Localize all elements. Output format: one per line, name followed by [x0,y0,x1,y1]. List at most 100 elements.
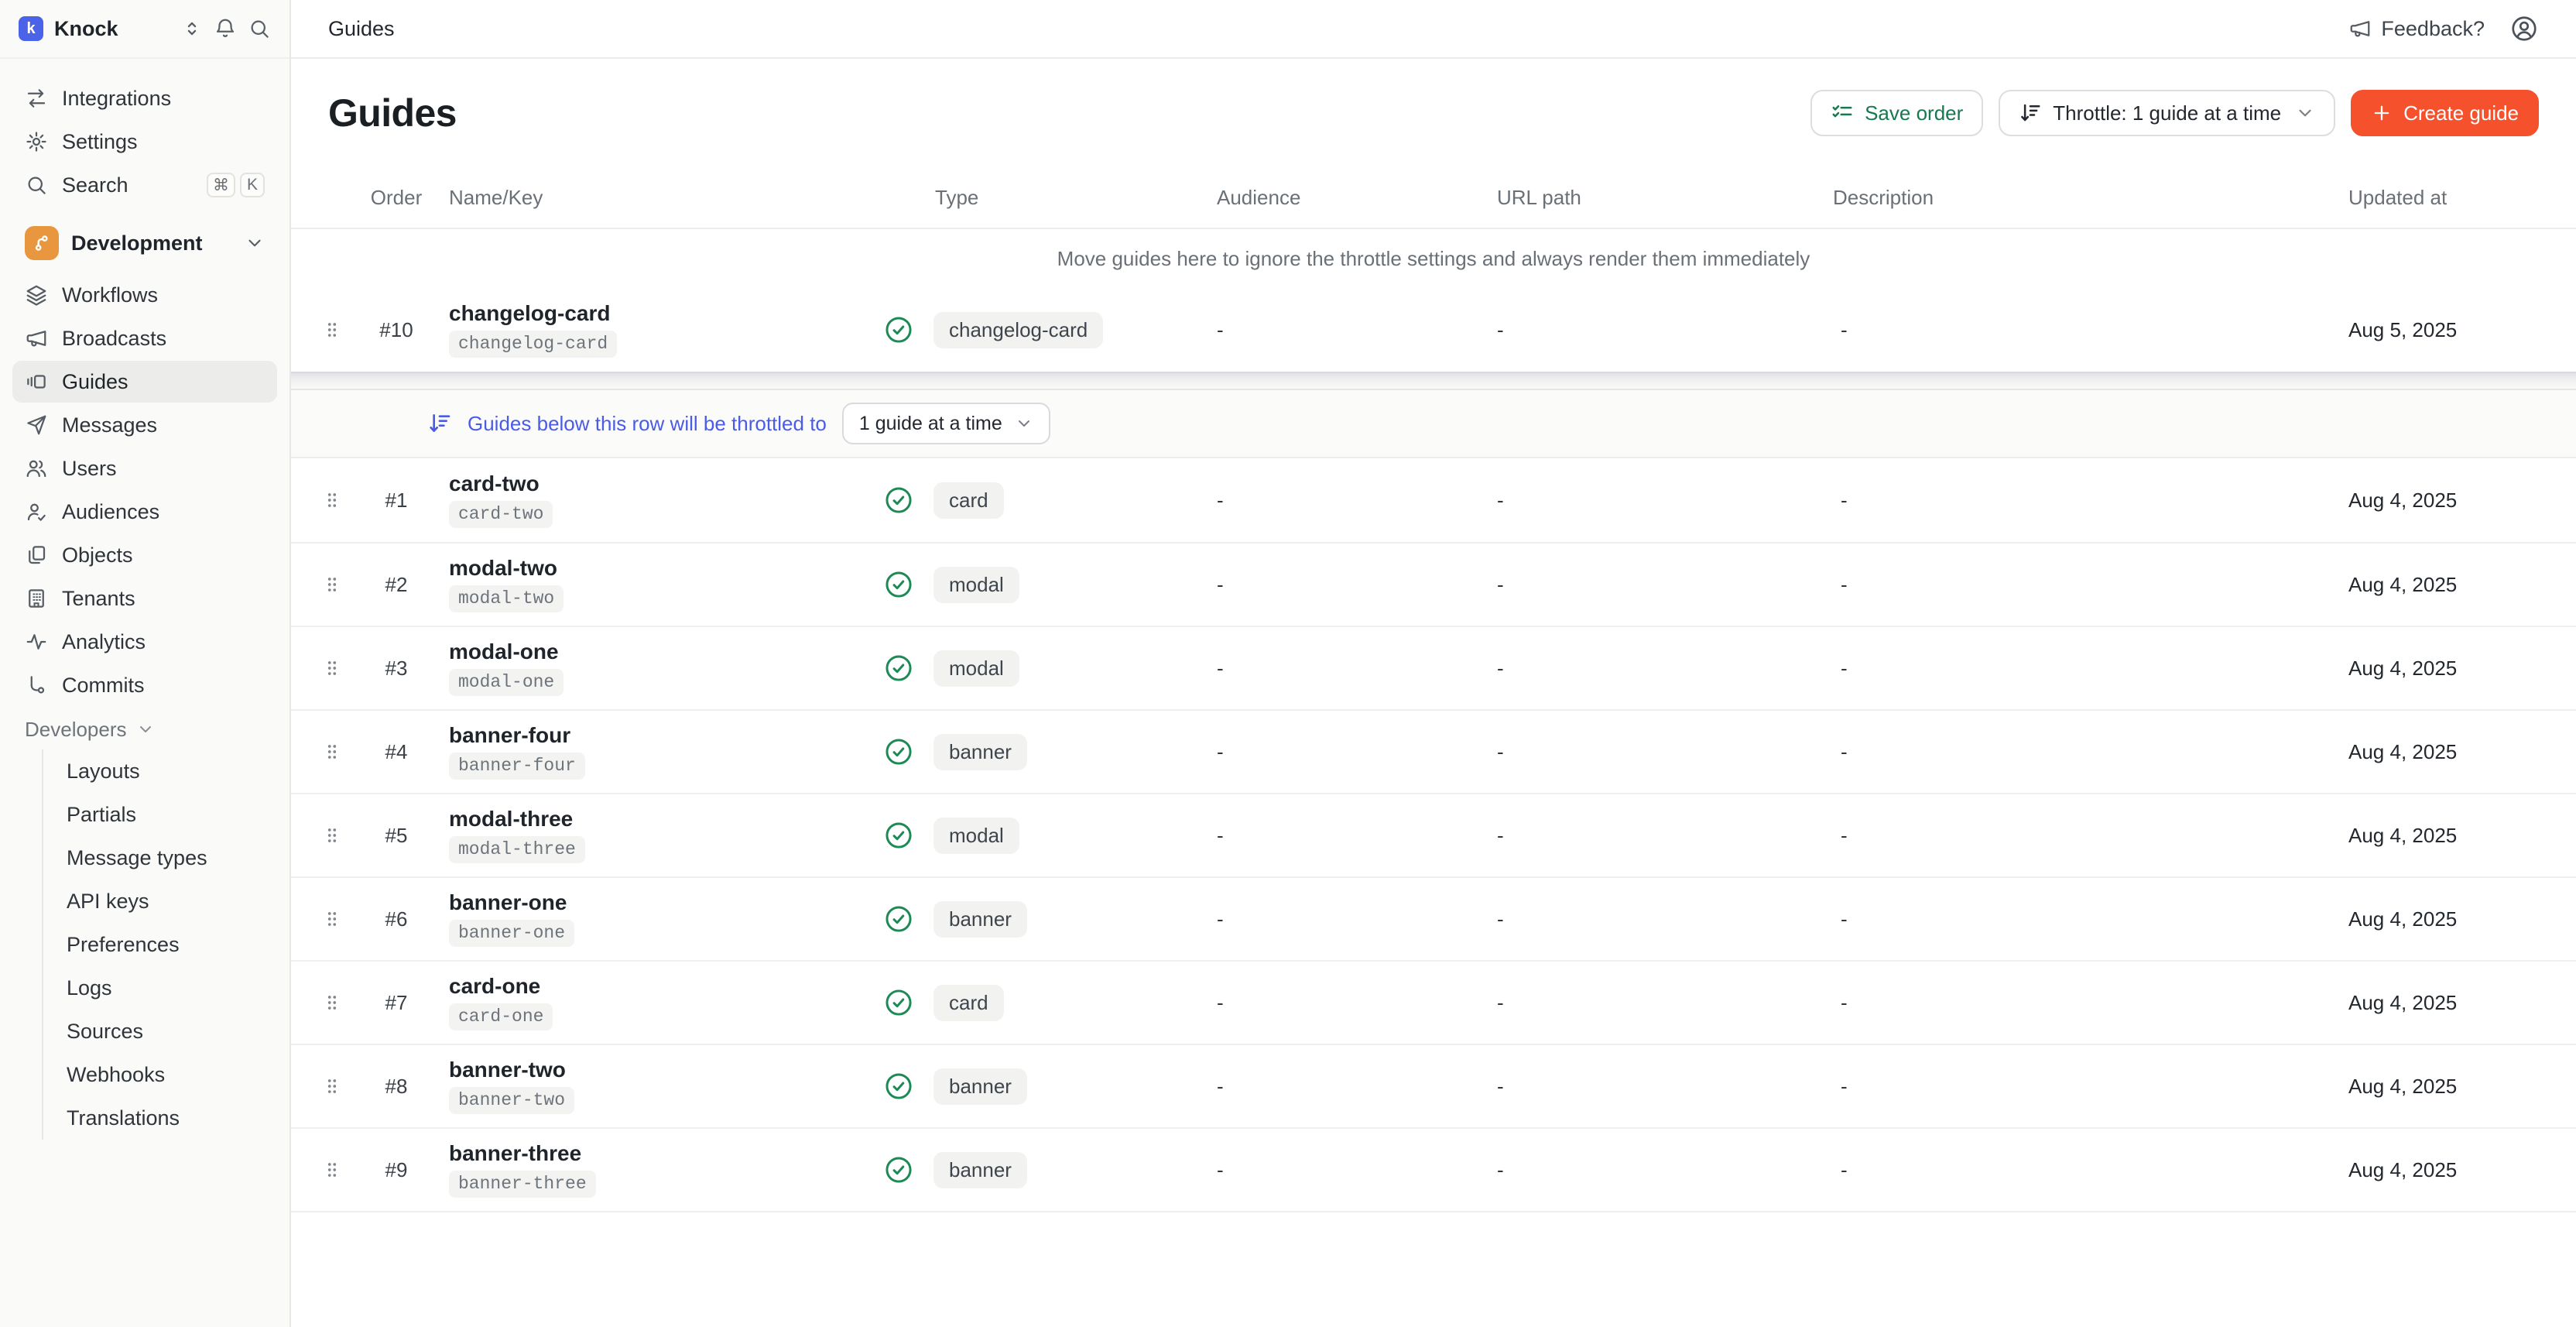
sidebar-item-api-keys[interactable]: API keys [43,880,277,923]
drag-handle-icon[interactable] [322,573,362,596]
create-guide-button[interactable]: Create guide [2351,90,2539,136]
environment-switcher[interactable]: Development [12,221,277,265]
sidebar-item-webhooks[interactable]: Webhooks [43,1053,277,1096]
sidebar-item-objects[interactable]: Objects [12,534,277,576]
guide-table-row[interactable]: #1 card-two card-two card - - [291,458,2576,542]
sidebar-item-broadcasts[interactable]: Broadcasts [12,317,277,359]
developers-section-toggle[interactable]: Developers [12,709,277,749]
sidebar-item-label: Preferences [67,933,180,957]
drag-handle-icon[interactable] [322,318,362,341]
guide-url-path: - [1489,1158,1833,1182]
guide-table-row[interactable]: #9 banner-three banner-three banner - [291,1127,2576,1211]
sidebar-item-messages[interactable]: Messages [12,404,277,446]
guide-table-row[interactable]: #6 banner-one banner-one banner - - [291,876,2576,960]
guide-type-badge: banner [933,734,1027,770]
sidebar-item-audiences[interactable]: Audiences [12,491,277,533]
throttle-separator-label: Guides below this row will be throttled … [468,412,827,436]
plus-icon [2371,102,2393,124]
guide-table-row[interactable]: #8 banner-two banner-two banner - - [291,1044,2576,1127]
guide-table-row[interactable]: #2 modal-two modal-two modal - - [291,542,2576,626]
guide-table-row[interactable]: #7 card-one card-one card - - [291,960,2576,1044]
sidebar-item-tenants[interactable]: Tenants [12,578,277,619]
sidebar-item-label: Settings [62,130,138,154]
table-header-row: Order Name/Key Type Audience URL path De… [291,167,2576,229]
drag-handle-icon[interactable] [322,1075,362,1098]
users-icon [25,457,48,480]
guide-description: - [1833,573,2348,597]
sidebar-item-sources[interactable]: Sources [43,1010,277,1053]
guide-description: - [1833,1075,2348,1099]
guide-table-row[interactable]: #3 modal-one modal-one modal - - [291,626,2576,709]
column-header-type: Type [876,186,1209,210]
sidebar-item-label: Guides [62,370,128,394]
sidebar-item-translations[interactable]: Translations [43,1096,277,1140]
feedback-button[interactable]: Feedback? [2348,17,2485,41]
sidebar-item-analytics[interactable]: Analytics [12,621,277,663]
sidebar-item-preferences[interactable]: Preferences [43,923,277,966]
drag-handle-icon[interactable] [322,740,362,763]
sidebar-item-layouts[interactable]: Layouts [43,749,277,793]
sidebar-item-label: Tenants [62,587,135,611]
sidebar-item-label: Messages [62,413,157,437]
sidebar-item-search[interactable]: Search ⌘ K [12,164,277,206]
search-icon[interactable] [248,17,271,40]
guide-type-badge: modal [933,818,1019,854]
check-circle-icon [882,314,915,346]
guide-audience: - [1209,1075,1489,1099]
guide-updated-at: Aug 4, 2025 [2348,1158,2539,1182]
guide-audience: - [1209,1158,1489,1182]
drag-handle-icon[interactable] [322,991,362,1014]
guide-updated-at: Aug 5, 2025 [2348,318,2539,342]
check-circle-icon [882,652,915,684]
drag-handle-icon[interactable] [322,657,362,680]
bell-icon[interactable] [214,17,237,40]
drag-handle-icon[interactable] [322,907,362,931]
app-window: k Knock Integrations [0,0,2576,1327]
guide-table-row[interactable]: #10 changelog-card changelog-card change… [291,288,2576,372]
workspace-switcher-icon[interactable] [181,18,203,39]
sidebar-item-partials[interactable]: Partials [43,793,277,836]
guide-name: changelog-card [449,302,610,326]
drag-handle-icon[interactable] [322,824,362,847]
k-key-badge: K [240,173,265,197]
guide-order: #4 [362,740,430,764]
guide-type-badge: modal [933,650,1019,687]
sidebar-item-users[interactable]: Users [12,447,277,489]
guide-url-path: - [1489,573,1833,597]
sidebar-item-guides[interactable]: Guides [12,361,277,403]
guide-order: #8 [362,1075,430,1099]
sidebar-item-settings[interactable]: Settings [12,121,277,163]
guide-type-badge: banner [933,1152,1027,1188]
check-circle-icon [882,819,915,852]
sidebar-nav: Integrations Settings Search ⌘ K [0,59,289,1140]
user-check-icon [25,500,48,523]
throttle-dropdown-button[interactable]: Throttle: 1 guide at a time [1999,90,2335,136]
workspace-name: Knock [54,17,118,41]
paper-plane-icon [25,413,48,437]
sidebar-item-logs[interactable]: Logs [43,966,277,1010]
user-circle-icon[interactable] [2509,14,2539,43]
create-guide-label: Create guide [2403,101,2519,125]
sidebar-item-label: Partials [67,803,136,827]
layers-icon [25,283,48,307]
save-order-button[interactable]: Save order [1810,90,1983,136]
sidebar-item-integrations[interactable]: Integrations [12,77,277,119]
main-content: Guides Feedback? Guides Save order [291,0,2576,1327]
guide-url-path: - [1489,318,1833,342]
sidebar-item-message-types[interactable]: Message types [43,836,277,880]
throttle-amount-select[interactable]: 1 guide at a time [842,403,1050,444]
sidebar-item-workflows[interactable]: Workflows [12,274,277,316]
drag-handle-icon[interactable] [322,489,362,512]
drag-handle-icon[interactable] [322,1158,362,1181]
sidebar-item-label: Translations [67,1106,180,1130]
page-actions: Save order Throttle: 1 guide at a time [1810,90,2539,136]
check-circle-icon [882,484,915,516]
guide-table-row[interactable]: #4 banner-four banner-four banner - [291,709,2576,793]
guide-url-path: - [1489,657,1833,681]
guide-key-badge: card-one [449,1003,553,1031]
check-circle-icon [882,568,915,601]
guide-table-row[interactable]: #5 modal-three modal-three modal - [291,793,2576,876]
sidebar-item-commits[interactable]: Commits [12,664,277,706]
chevron-down-icon [245,233,265,253]
sidebar-item-label: Workflows [62,283,158,307]
